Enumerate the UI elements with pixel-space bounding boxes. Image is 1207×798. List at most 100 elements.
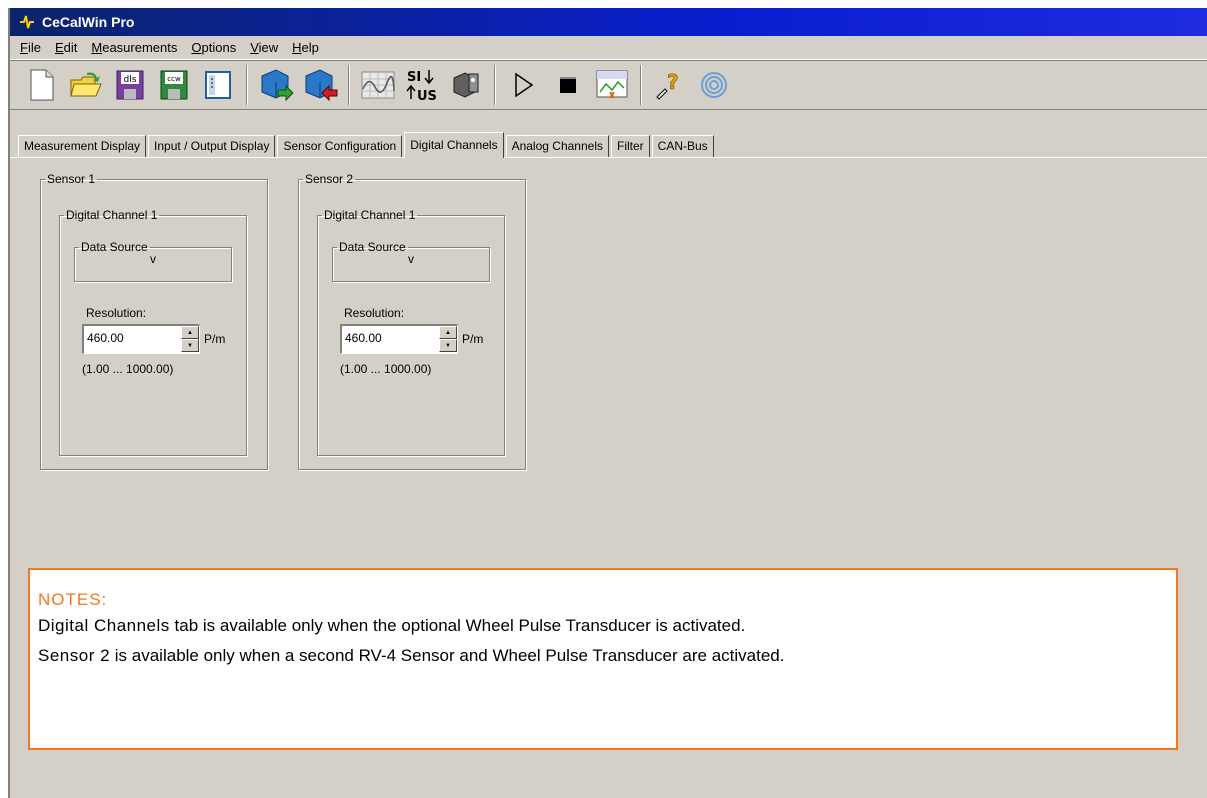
open-button[interactable]: [66, 65, 106, 105]
notes-line-1-text: tab is available only when the optional …: [169, 616, 746, 635]
menu-options-accel: O: [191, 40, 202, 55]
tab-content: Sensor 1 Digital Channel 1 Data Source v…: [10, 160, 1207, 798]
toolbar-separator: [348, 65, 350, 105]
resolution-label: Resolution:: [86, 306, 147, 320]
toolbar-separator: [640, 65, 642, 105]
si-us-units-button[interactable]: SI US: [402, 65, 442, 105]
data-source-value: v: [408, 252, 414, 266]
spin-down-button[interactable]: ▼: [439, 339, 457, 352]
save-ccw-label: ccw: [167, 75, 181, 83]
tab-filter[interactable]: Filter: [610, 135, 650, 157]
resolution-unit: P/m: [462, 332, 484, 346]
title-bar: CeCalWin Pro: [10, 8, 1207, 36]
menu-view-accel: V: [250, 40, 259, 55]
si-label: SI: [407, 70, 421, 85]
new-file-button[interactable]: [22, 65, 62, 105]
sensor-2-group: Sensor 2 Digital Channel 1 Data Source v…: [298, 172, 526, 470]
tab-sensor-configuration[interactable]: Sensor Configuration: [277, 135, 403, 157]
graph-button[interactable]: [358, 65, 398, 105]
save-dls-button[interactable]: dls: [110, 65, 150, 105]
play-icon: [515, 72, 534, 98]
toolbar-separator: [246, 65, 248, 105]
app-window: CeCalWin Pro File Edit Measurements Opti…: [8, 8, 1207, 798]
stop-button[interactable]: [548, 65, 588, 105]
menu-view-label: iew: [258, 40, 279, 55]
tab-analog-channels[interactable]: Analog Channels: [505, 135, 609, 157]
resolution-input[interactable]: 460.00 ▲ ▼: [340, 324, 458, 354]
window-title: CeCalWin Pro: [42, 14, 135, 30]
chart-window-button[interactable]: [592, 65, 632, 105]
about-button[interactable]: [694, 65, 734, 105]
digital-channel-group: Digital Channel 1 Data Source v Resoluti…: [317, 208, 505, 456]
resolution-spinner: ▲ ▼: [181, 326, 199, 352]
menu-bar: File Edit Measurements Options View Help: [10, 36, 1207, 60]
about-icon: [701, 72, 727, 98]
tab-digital-channels[interactable]: Digital Channels: [404, 132, 504, 158]
menu-edit-accel: E: [54, 40, 64, 55]
menu-help[interactable]: Help: [292, 40, 319, 55]
menu-file[interactable]: File: [20, 40, 41, 55]
menu-help-accel: H: [292, 40, 302, 55]
digital-channel-legend: Digital Channel 1: [66, 208, 158, 222]
play-button[interactable]: [504, 65, 544, 105]
layout-button[interactable]: [198, 65, 238, 105]
spin-down-button[interactable]: ▼: [181, 339, 199, 352]
menu-file-label: ile: [27, 40, 41, 55]
si-us-units-icon: SI US: [406, 70, 437, 102]
notes-line-2-text: is available only when a second RV-4 Sen…: [110, 646, 785, 665]
sensor-1-group: Sensor 1 Digital Channel 1 Data Source v…: [40, 172, 268, 470]
data-source-value: v: [150, 252, 156, 266]
menu-file-accel: F: [20, 40, 28, 55]
new-file-icon: [30, 69, 54, 101]
resolution-range: (1.00 ... 1000.00): [340, 362, 432, 376]
spin-up-button[interactable]: ▲: [439, 326, 457, 339]
sensor-1-legend: Sensor 1: [47, 172, 96, 186]
notes-line-1-keyword: Digital Channels: [38, 616, 170, 635]
notes-callout: NOTES: Digital Channels tab is available…: [28, 568, 1178, 750]
download-button[interactable]: [300, 65, 340, 105]
save-dls-icon: dls: [116, 70, 144, 100]
menu-view[interactable]: View: [250, 40, 278, 55]
data-source-legend: Data Source: [339, 240, 406, 254]
tab-bar: Measurement Display Input / Output Displ…: [10, 128, 1207, 158]
notes-title: NOTES:: [38, 590, 108, 609]
resolution-input[interactable]: 460.00 ▲ ▼: [82, 324, 200, 354]
tab-input-output-display[interactable]: Input / Output Display: [148, 135, 276, 157]
open-folder-icon: [70, 72, 102, 97]
menu-options-label: ptions: [201, 40, 237, 55]
upload-icon: [261, 69, 294, 102]
resolution-range: (1.00 ... 1000.00): [82, 362, 174, 376]
resolution-unit: P/m: [204, 332, 226, 346]
toolbar: dls ccw SI US ?: [10, 60, 1207, 110]
chart-window-icon: [596, 70, 628, 99]
toolbar-separator: [494, 65, 496, 105]
tab-can-bus[interactable]: CAN-Bus: [651, 135, 714, 157]
menu-measurements-label: easurements: [102, 40, 178, 55]
tab-measurement-display[interactable]: Measurement Display: [18, 135, 147, 157]
digital-channel-legend: Digital Channel 1: [324, 208, 416, 222]
help-button[interactable]: ?: [650, 65, 690, 105]
save-dls-label: dls: [124, 75, 137, 85]
menu-edit[interactable]: Edit: [55, 40, 77, 55]
notes-line-2-keyword: Sensor 2: [38, 646, 111, 665]
notes-line-2: Sensor 2 is available only when a second…: [38, 642, 1176, 670]
sensor-button[interactable]: [446, 65, 486, 105]
resolution-label: Resolution:: [344, 306, 405, 320]
help-icon: ?: [656, 70, 679, 100]
notes-line-1: Digital Channels tab is available only w…: [38, 612, 1176, 640]
sensor-icon: [453, 72, 479, 98]
menu-edit-label: dit: [63, 40, 78, 55]
resolution-value: 460.00: [345, 331, 382, 345]
spin-up-button[interactable]: ▲: [181, 326, 199, 339]
save-ccw-button[interactable]: ccw: [154, 65, 194, 105]
menu-measurements[interactable]: Measurements: [91, 40, 177, 55]
data-source-legend: Data Source: [81, 240, 148, 254]
upload-button[interactable]: [256, 65, 296, 105]
data-source-group: Data Source v: [332, 240, 490, 282]
stop-icon: [560, 77, 576, 93]
svg-text:?: ?: [667, 70, 679, 94]
menu-options[interactable]: Options: [191, 40, 236, 55]
us-label: US: [417, 89, 437, 102]
graph-icon: [361, 71, 395, 99]
data-source-group: Data Source v: [74, 240, 232, 282]
